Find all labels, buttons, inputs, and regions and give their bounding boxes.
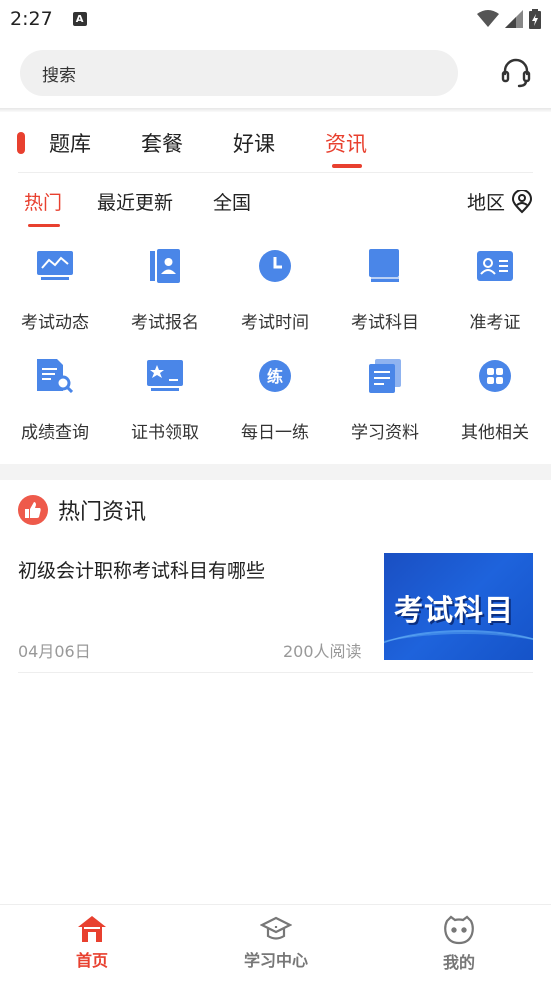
divider <box>18 172 533 173</box>
document-search-icon <box>35 356 75 396</box>
thumbs-up-icon <box>18 495 48 525</box>
grid-label: 准考证 <box>469 313 521 333</box>
practice-glyph: 练 <box>267 367 283 386</box>
section-separator <box>0 464 551 480</box>
grid-item-exam-subjects[interactable]: 考试科目 <box>330 246 440 333</box>
grid-label: 考试时间 <box>241 313 309 333</box>
customer-service-button[interactable] <box>497 54 535 92</box>
grid-label: 证书领取 <box>131 423 199 443</box>
grid-item-daily-practice[interactable]: 练 每日一练 <box>220 356 330 443</box>
grid-item-score-query[interactable]: 成绩查询 <box>0 356 110 443</box>
tab-question-bank[interactable]: 题库 <box>49 128 91 158</box>
book-icon <box>365 246 405 286</box>
notification-icon: A <box>72 12 87 26</box>
grid-label: 每日一练 <box>241 423 309 443</box>
battery-icon <box>529 9 541 29</box>
headset-icon <box>501 58 531 88</box>
grid-label: 学习资料 <box>351 423 419 443</box>
grid-item-study-materials[interactable]: 学习资料 <box>330 356 440 443</box>
certificate-icon <box>145 356 185 396</box>
nav-label: 我的 <box>442 953 475 972</box>
nav-label: 首页 <box>75 951 108 970</box>
grid-label: 考试报名 <box>131 313 199 333</box>
search-placeholder: 搜索 <box>42 65 76 86</box>
region-button[interactable]: 地区 <box>467 188 533 215</box>
hot-news-title: 热门资讯 <box>58 500 147 525</box>
contact-book-icon <box>145 246 185 286</box>
subtab-national[interactable]: 全国 <box>213 188 251 215</box>
tab-marker <box>17 132 25 154</box>
subtab-hot[interactable]: 热门 <box>24 188 62 215</box>
main-tabs: 题库 套餐 好课 资讯 <box>0 120 551 172</box>
grid-item-other[interactable]: 其他相关 <box>440 356 550 443</box>
grid-label: 考试动态 <box>21 313 89 333</box>
grid-item-exam-news[interactable]: 考试动态 <box>0 246 110 333</box>
status-time: 2:27 <box>10 8 53 30</box>
news-title: 初级会计职称考试科目有哪些 <box>18 560 266 582</box>
clock-icon <box>255 246 295 286</box>
status-icons <box>477 9 541 29</box>
id-card-icon <box>475 246 515 286</box>
active-tab-indicator <box>332 164 362 168</box>
chart-line-icon <box>35 246 75 286</box>
subtab-latest[interactable]: 最近更新 <box>97 188 173 215</box>
thumbnail-text: 考试科目 <box>394 593 515 627</box>
hot-news-header: 热门资讯 <box>18 494 146 526</box>
grid-item-certificate[interactable]: 证书领取 <box>110 356 220 443</box>
smiley-face-icon <box>444 915 474 945</box>
grid-item-exam-time[interactable]: 考试时间 <box>220 246 330 333</box>
status-bar: 2:27 A <box>0 0 551 38</box>
sub-tabs: 热门 最近更新 全国 地区 <box>0 184 551 230</box>
tab-courses[interactable]: 好课 <box>233 128 275 158</box>
apps-grid-icon <box>475 356 515 396</box>
grid-label: 考试科目 <box>351 313 419 333</box>
news-thumbnail: 考试科目 <box>384 553 533 660</box>
grid-item-exam-registration[interactable]: 考试报名 <box>110 246 220 333</box>
news-item[interactable]: 初级会计职称考试科目有哪些 04月06日 200人阅读 考试科目 <box>18 552 533 662</box>
divider <box>18 672 533 673</box>
signal-icon <box>505 10 523 28</box>
region-label: 地区 <box>466 192 505 214</box>
news-read-count: 200人阅读 <box>283 642 362 661</box>
tab-packages[interactable]: 套餐 <box>141 128 183 158</box>
tab-news[interactable]: 资讯 <box>325 128 367 158</box>
nav-label: 学习中心 <box>243 951 308 970</box>
location-user-icon <box>511 189 533 213</box>
wifi-icon <box>477 10 499 27</box>
practice-badge-icon: 练 <box>255 356 295 396</box>
home-icon <box>78 916 106 942</box>
nav-mine[interactable]: 我的 <box>409 915 509 973</box>
news-date: 04月06日 <box>18 642 91 661</box>
grid-item-admission-ticket[interactable]: 准考证 <box>440 246 550 333</box>
search-input[interactable]: 搜索 <box>20 50 458 96</box>
documents-icon <box>365 356 405 396</box>
grid-label: 成绩查询 <box>21 423 89 443</box>
graduation-cap-icon <box>260 916 292 940</box>
subtab-indicator <box>28 224 60 227</box>
bottom-nav: 首页 学习中心 我的 <box>0 904 551 981</box>
nav-study-center[interactable]: 学习中心 <box>226 915 326 971</box>
grid-label: 其他相关 <box>461 423 529 443</box>
header-shadow <box>0 108 551 112</box>
search-row: 搜索 <box>20 48 537 98</box>
nav-home[interactable]: 首页 <box>42 915 142 971</box>
